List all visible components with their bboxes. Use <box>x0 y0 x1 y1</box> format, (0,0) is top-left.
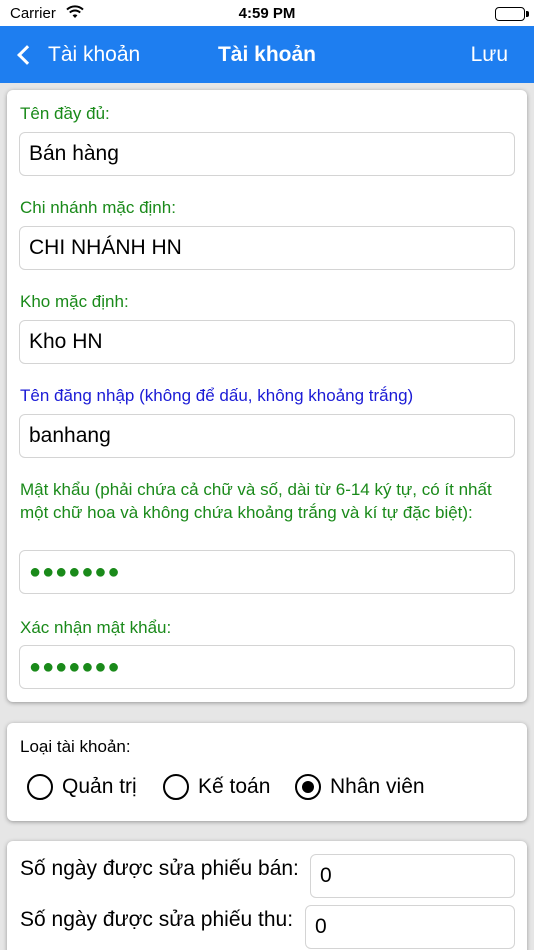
status-bar: Carrier 4:59 PM <box>0 0 534 26</box>
radio-accountant[interactable]: Kế toán <box>163 772 270 802</box>
password-field[interactable]: ●●●●●●● <box>19 550 515 594</box>
back-button[interactable]: Tài khoản <box>14 26 140 83</box>
default-warehouse-label: Kho mặc định: <box>20 292 129 311</box>
chevron-left-icon <box>17 44 37 65</box>
status-time: 4:59 PM <box>238 5 296 22</box>
username-field[interactable]: banhang <box>19 414 515 458</box>
back-button-label: Tài khoản <box>48 42 141 66</box>
default-warehouse-field[interactable]: Kho HN <box>19 320 515 364</box>
sales-receipt-days-label: Số ngày được sửa phiếu bán: <box>20 857 299 880</box>
radio-checked-icon <box>295 774 321 800</box>
radio-admin-label: Quản trị <box>62 775 137 798</box>
full-name-label: Tên đầy đủ: <box>20 104 110 123</box>
radio-staff-label: Nhân viên <box>330 775 425 798</box>
edit-days-card: Số ngày được sửa phiếu bán: 0 Số ngày đư… <box>7 841 527 950</box>
nav-bar: Tài khoản Tài khoản Lưu <box>0 26 534 83</box>
radio-unchecked-icon <box>163 774 189 800</box>
password-label: Mật khẩu (phải chứa cả chữ và số, dài từ… <box>20 480 492 522</box>
account-form-card: Tên đầy đủ: Bán hàng Chi nhánh mặc định:… <box>7 90 527 702</box>
default-branch-field[interactable]: CHI NHÁNH HN <box>19 226 515 270</box>
full-name-field[interactable]: Bán hàng <box>19 132 515 176</box>
save-button[interactable]: Lưu <box>471 26 508 83</box>
username-label: Tên đăng nhập (không để dấu, không khoản… <box>20 386 414 405</box>
radio-admin[interactable]: Quản trị <box>27 772 137 802</box>
payment-receipt-days-field[interactable]: 0 <box>305 905 515 949</box>
confirm-password-label: Xác nhận mật khẩu: <box>20 618 172 637</box>
default-branch-label: Chi nhánh mặc định: <box>20 198 176 217</box>
battery-icon <box>495 7 529 21</box>
radio-unchecked-icon <box>27 774 53 800</box>
confirm-password-field[interactable]: ●●●●●●● <box>19 645 515 689</box>
radio-accountant-label: Kế toán <box>198 775 271 798</box>
payment-receipt-days-label: Số ngày được sửa phiếu thu: <box>20 908 294 931</box>
account-type-label: Loại tài khoản: <box>20 737 131 756</box>
radio-staff[interactable]: Nhân viên <box>295 772 425 802</box>
account-type-card: Loại tài khoản: Quản trị Kế toán Nhân vi… <box>7 723 527 821</box>
sales-receipt-days-field[interactable]: 0 <box>310 854 515 898</box>
